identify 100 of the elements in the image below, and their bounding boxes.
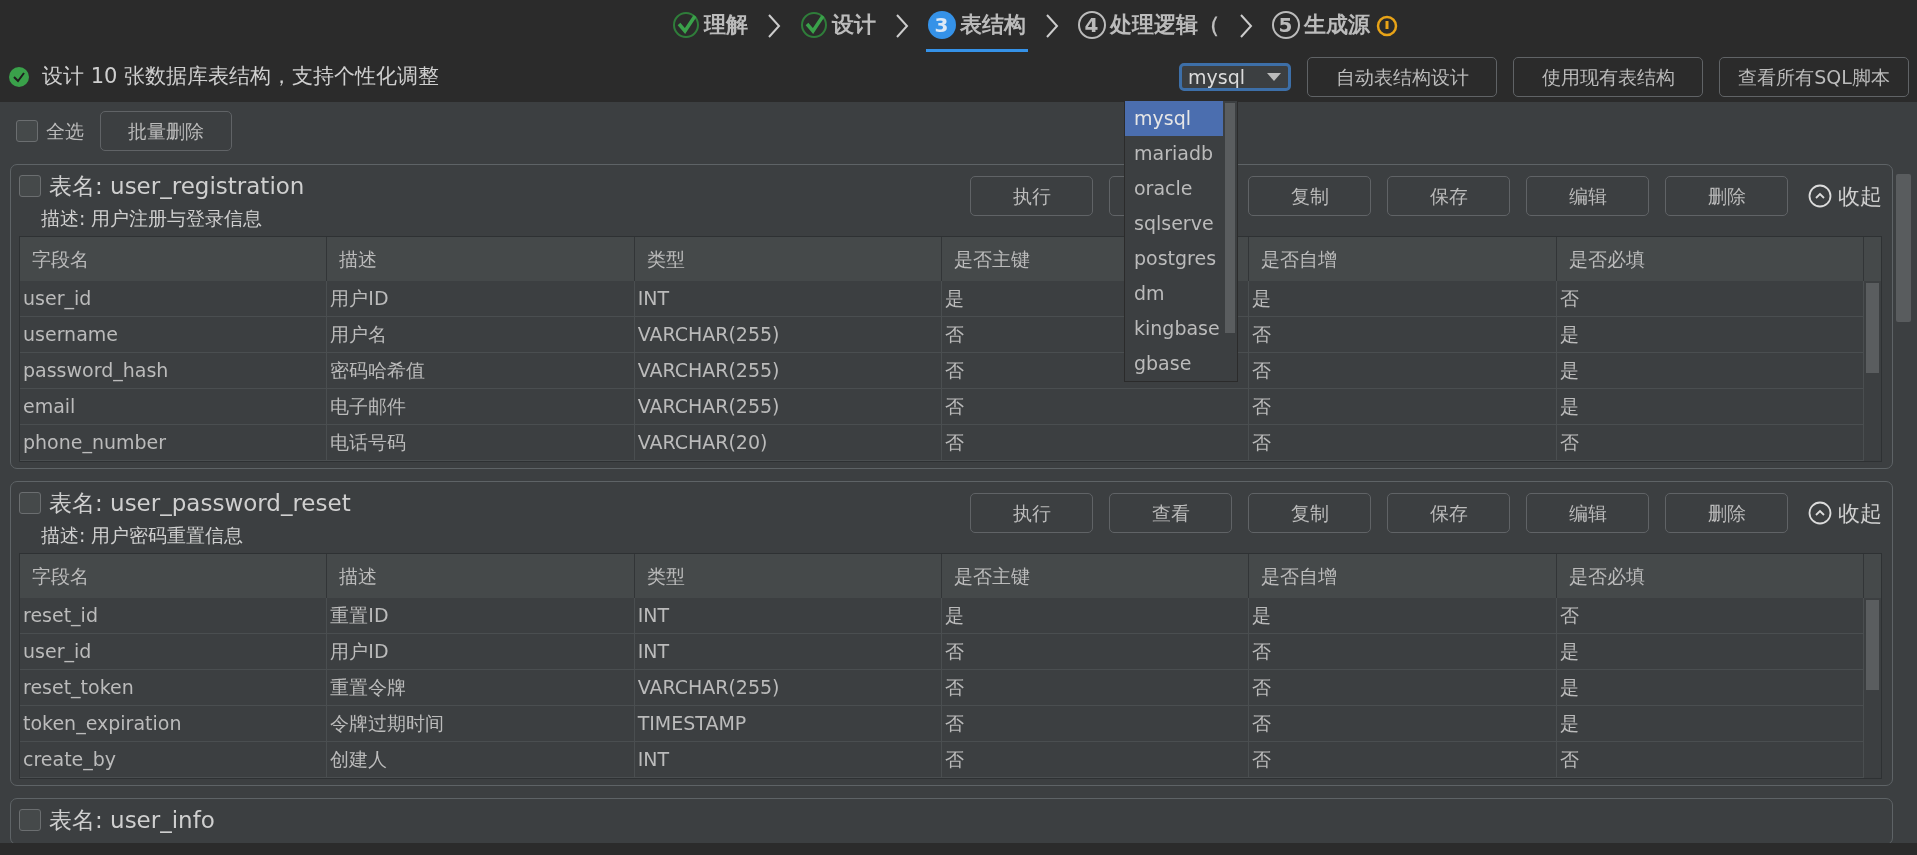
table-cell: VARCHAR(255) [634, 353, 942, 389]
table-action-button[interactable]: 删除 [1665, 493, 1788, 533]
table-cell: 否 [1249, 706, 1557, 742]
column-header[interactable]: 字段名 [20, 554, 328, 598]
table-cell: 否 [1249, 317, 1557, 353]
step-label: 表结构 [959, 11, 1026, 39]
table-action-button[interactable]: 删除 [1665, 176, 1788, 216]
column-header[interactable]: 是否自增 [1249, 237, 1557, 281]
dropdown-option[interactable]: oracle [1125, 171, 1223, 206]
table-cell: INT [634, 598, 942, 634]
checkbox[interactable] [19, 175, 41, 198]
step-label: 理解 [703, 11, 748, 39]
column-header[interactable]: 是否主键 [942, 554, 1250, 598]
table-action-button[interactable]: 复制 [1248, 176, 1371, 216]
column-header[interactable]: 描述 [327, 554, 635, 598]
table-action-button[interactable]: 复制 [1248, 493, 1371, 533]
table-cell: password_hash [20, 353, 328, 389]
table-action-button[interactable]: 查看 [1109, 493, 1232, 533]
table-cell: 重置ID [327, 598, 635, 634]
table-cell: 否 [942, 389, 1250, 425]
table-cell: 用户名 [327, 317, 635, 353]
dropdown-option[interactable]: mysql [1125, 101, 1223, 136]
collapse-link[interactable]: 收起 [1808, 496, 1882, 530]
column-header[interactable]: 字段名 [20, 237, 328, 281]
table-cell: 否 [1249, 425, 1557, 461]
scrollbar-thumb[interactable] [1866, 600, 1879, 690]
step-tab[interactable]: 3 表结构 [925, 0, 1028, 52]
step-tab[interactable]: 5 生成源 [1269, 0, 1372, 52]
table-cell: 是 [1556, 389, 1864, 425]
table-cell: 否 [942, 706, 1250, 742]
table-cell: email [20, 389, 328, 425]
chevron-icon [1043, 12, 1060, 40]
table-cell: 否 [1556, 281, 1864, 317]
table-cell: 否 [1249, 353, 1557, 389]
column-header[interactable]: 描述 [327, 237, 635, 281]
step-tab[interactable]: 4 处理逻辑（ [1075, 0, 1222, 52]
table-action-button[interactable]: 编辑 [1526, 493, 1649, 533]
table-description: 描述: 用户密码重置信息 [40, 522, 245, 548]
table-cell: user_id [20, 281, 328, 317]
table-cell: 否 [1249, 670, 1557, 706]
status-text: 设计 10 张数据库表结构，支持个性化调整 [42, 63, 440, 91]
step-tab[interactable]: 理解 [669, 0, 750, 52]
column-header[interactable]: 类型 [634, 237, 942, 281]
step-number: 3 [927, 10, 956, 39]
scrollbar-thumb[interactable] [1225, 103, 1235, 333]
chevron-icon [765, 12, 782, 40]
table-cell: 用户ID [327, 281, 635, 317]
table-cell: 否 [942, 670, 1250, 706]
table-description: 描述: 用户注册与登录信息 [40, 205, 264, 231]
table-cell: 否 [1556, 598, 1864, 634]
table-cell: VARCHAR(20) [634, 425, 942, 461]
table-cell: reset_id [20, 598, 328, 634]
table-cell: 是 [1249, 598, 1557, 634]
table-cell: 是 [942, 598, 1250, 634]
dropdown-option[interactable]: postgres [1125, 241, 1223, 276]
table-cell: 是 [1556, 706, 1864, 742]
table-cell: INT [634, 742, 942, 778]
table-cell: 是 [1556, 670, 1864, 706]
table-action-button[interactable]: 保存 [1387, 493, 1510, 533]
table-cell: 电子邮件 [327, 389, 635, 425]
table-cell: phone_number [20, 425, 328, 461]
dropdown-option[interactable]: mariadb [1125, 136, 1223, 171]
step-tab[interactable]: 设计 [797, 0, 878, 52]
table-cell: 电话号码 [327, 425, 635, 461]
checkbox[interactable] [19, 492, 41, 515]
warning-icon [1375, 15, 1398, 37]
table-cell: 否 [942, 742, 1250, 778]
caret-icon [1266, 71, 1282, 83]
step-number: 4 [1077, 10, 1106, 39]
column-header[interactable]: 类型 [634, 554, 942, 598]
step-label: 生成源 [1303, 11, 1370, 39]
table-cell: 否 [942, 425, 1250, 461]
table-cell: 是 [1556, 634, 1864, 670]
table-cell: INT [634, 634, 942, 670]
table-action-button[interactable]: 执行 [970, 176, 1093, 216]
table-action-button[interactable]: 保存 [1387, 176, 1510, 216]
scrollbar-thumb[interactable] [1866, 283, 1879, 373]
checkbox-label: 全选 [46, 118, 84, 144]
table-cell: 否 [1249, 634, 1557, 670]
table-cell: VARCHAR(255) [634, 317, 942, 353]
table-cell: 否 [1556, 742, 1864, 778]
action-button[interactable]: 自动表结构设计 [1307, 57, 1497, 97]
table-cell: 否 [1556, 425, 1864, 461]
table-action-button[interactable]: 执行 [970, 493, 1093, 533]
action-button[interactable]: 使用现有表结构 [1513, 57, 1703, 97]
chevron-icon [893, 12, 910, 40]
batch-delete-button[interactable]: 批量删除 [100, 111, 232, 151]
table-cell: 是 [1249, 281, 1557, 317]
checkbox[interactable] [19, 809, 41, 832]
database-select[interactable]: mysql [1179, 63, 1291, 91]
table-cell: 是 [1556, 317, 1864, 353]
scrollbar-thumb[interactable] [1896, 174, 1911, 322]
table-cell: user_id [20, 634, 328, 670]
action-button[interactable]: 查看所有SQL脚本 [1719, 57, 1909, 97]
step-label: 设计 [831, 11, 876, 39]
table-cell: token_expiration [20, 706, 328, 742]
column-header[interactable]: 是否自增 [1249, 554, 1557, 598]
checkbox[interactable] [16, 120, 38, 142]
table-action-button[interactable]: 编辑 [1526, 176, 1649, 216]
collapse-link[interactable]: 收起 [1808, 179, 1882, 213]
